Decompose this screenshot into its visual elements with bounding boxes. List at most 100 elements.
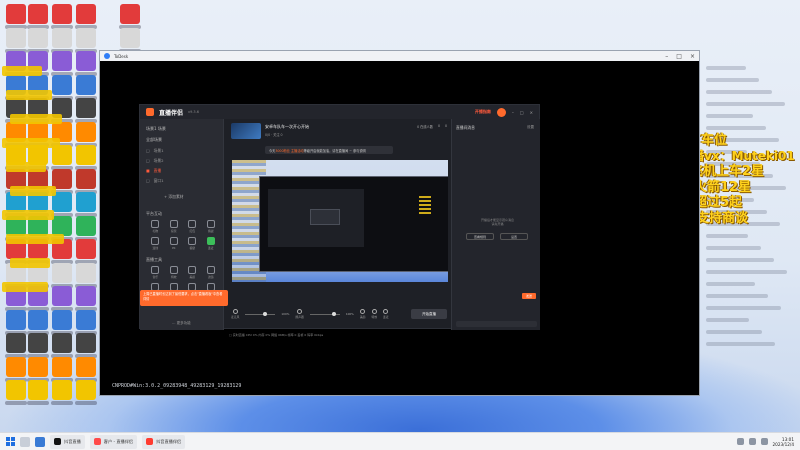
- desktop-shortcut-icon[interactable]: [52, 74, 72, 95]
- desktop-shortcut-icon[interactable]: [28, 309, 48, 330]
- desktop-shortcut-icon[interactable]: [52, 215, 72, 236]
- desktop-shortcut-icon[interactable]: [120, 4, 140, 24]
- chat-input[interactable]: [456, 321, 537, 327]
- tool-button[interactable]: 挑战: [202, 220, 221, 233]
- start-button[interactable]: [6, 437, 15, 446]
- checkbox-icon[interactable]: ■: [146, 168, 150, 174]
- desktop-shortcut-icon[interactable]: [76, 192, 96, 212]
- tool-button[interactable]: 连麦: [202, 237, 221, 250]
- desktop-shortcut-icon[interactable]: [28, 4, 48, 24]
- desktop-shortcut-icon[interactable]: [52, 286, 72, 306]
- desktop-shortcut-icon[interactable]: [6, 27, 26, 48]
- desktop-shortcut-icon[interactable]: [76, 286, 96, 306]
- desktop-shortcut-icon[interactable]: [52, 27, 72, 48]
- slider-handle[interactable]: [263, 312, 268, 316]
- checkbox-icon[interactable]: □: [146, 158, 150, 164]
- desktop-shortcut-icon[interactable]: [52, 145, 72, 165]
- desktop-shortcut-icon[interactable]: [76, 356, 96, 377]
- desktop-shortcut-icon[interactable]: [6, 356, 26, 377]
- desktop-shortcut-icon[interactable]: [76, 145, 96, 165]
- system-clock[interactable]: 13:01 2023/12/4: [773, 437, 794, 447]
- tool-button[interactable]: 红包: [183, 220, 202, 233]
- close-icon[interactable]: ×: [690, 53, 695, 60]
- desktop-shortcut-icon[interactable]: [76, 51, 96, 71]
- start-live-button[interactable]: 开始直播: [411, 309, 447, 319]
- desktop-shortcut-icon[interactable]: [28, 333, 48, 353]
- desktop-shortcut-icon[interactable]: [76, 121, 96, 142]
- desktop-shortcut-icon[interactable]: [28, 27, 48, 48]
- tool-button[interactable]: PK: [165, 237, 184, 250]
- tool-button[interactable]: 投票: [165, 220, 184, 233]
- room-cover[interactable]: [231, 123, 261, 139]
- tool-button[interactable]: 礼物: [146, 220, 165, 233]
- add-source-button[interactable]: + 添加素材: [164, 194, 184, 200]
- scene-item-active[interactable]: ■ 直播: [146, 168, 161, 174]
- desktop-shortcut-icon[interactable]: [76, 239, 96, 259]
- tool-button[interactable]: 美颜: [183, 266, 202, 279]
- tool-button[interactable]: 特效: [165, 266, 184, 279]
- viewer-titlebar[interactable]: ToDesk – □ ×: [100, 51, 699, 61]
- chevron-up-icon[interactable]: [736, 438, 744, 445]
- speaker-volume-slider[interactable]: [309, 312, 340, 316]
- desktop-shortcut-icon[interactable]: [76, 98, 96, 118]
- desktop-shortcut-icon[interactable]: [76, 74, 96, 95]
- desktop-shortcut-icon[interactable]: [52, 333, 72, 353]
- desktop-shortcut-icon[interactable]: [52, 309, 72, 330]
- task-view-icon[interactable]: [35, 436, 45, 447]
- search-icon[interactable]: [20, 436, 30, 447]
- stream-preview[interactable]: [232, 160, 448, 282]
- room-title[interactable]: 安卓车队车一次开心开始: [265, 124, 309, 130]
- maximize-icon[interactable]: □: [676, 53, 682, 60]
- avatar[interactable]: [496, 107, 506, 117]
- desktop-shortcut-icon[interactable]: [28, 356, 48, 377]
- remote-viewer-window[interactable]: ToDesk – □ × 直播伴侣 v9.3.6 开播指南 – □ × 场景1 …: [99, 50, 700, 396]
- checkbox-icon[interactable]: □: [146, 148, 150, 154]
- chat-settings-tab[interactable]: 设置: [527, 125, 534, 130]
- tool-button[interactable]: 福袋: [183, 237, 202, 250]
- taskbar-app[interactable]: 抖音直播: [50, 434, 85, 449]
- desktop-shortcut-icon[interactable]: [76, 168, 96, 189]
- announcement-bar[interactable]: 今天3000粉丝 主播活动等级开启就能加油，请在直播间 ~ 参与说明: [265, 146, 393, 154]
- minimize-icon[interactable]: –: [512, 110, 514, 115]
- network-icon[interactable]: [748, 438, 756, 445]
- desktop-shortcut-icon[interactable]: [52, 51, 72, 71]
- speaker-control[interactable]: 扬声器: [295, 309, 304, 319]
- send-button[interactable]: 发送: [522, 293, 536, 299]
- volume-icon[interactable]: [760, 438, 768, 445]
- minimize-icon[interactable]: –: [665, 53, 668, 60]
- desktop-shortcut-icon[interactable]: [120, 27, 140, 48]
- close-icon[interactable]: ×: [530, 110, 533, 115]
- tool-button[interactable]: 滤镜: [202, 266, 221, 279]
- desktop-shortcut-icon[interactable]: [76, 4, 96, 24]
- mic-control[interactable]: 麦克风: [231, 309, 239, 319]
- desktop-shortcut-icon[interactable]: [28, 380, 48, 400]
- desktop-shortcut-icon[interactable]: [52, 4, 72, 24]
- taskbar-app[interactable]: 抖音直播伴侣: [142, 434, 186, 449]
- desktop-shortcut-icon[interactable]: [76, 215, 96, 236]
- scene-item[interactable]: □ 窗口1: [146, 178, 164, 184]
- slider-handle[interactable]: [331, 312, 336, 316]
- beauty-icon[interactable]: [360, 309, 366, 314]
- desktop-shortcut-icon[interactable]: [76, 309, 96, 330]
- chat-settings-button[interactable]: 设置: [500, 233, 528, 240]
- tool-button[interactable]: 连线: [146, 237, 165, 250]
- desktop-shortcut-icon[interactable]: [6, 380, 26, 400]
- effects-button[interactable]: 特效: [371, 309, 377, 319]
- guide-link[interactable]: 开播指南: [475, 109, 491, 115]
- speaker-icon[interactable]: [297, 309, 303, 314]
- desktop-shortcut-icon[interactable]: [52, 356, 72, 377]
- desktop-shortcut-icon[interactable]: [52, 262, 72, 283]
- desktop-shortcut-icon[interactable]: [6, 333, 26, 353]
- tool-button[interactable]: 音乐: [146, 266, 165, 279]
- scene-selector[interactable]: 场景1 场景: [146, 126, 166, 132]
- desktop-shortcut-icon[interactable]: [52, 380, 72, 400]
- desktop-shortcut-icon[interactable]: [76, 262, 96, 283]
- desktop-shortcut-icon[interactable]: [76, 380, 96, 400]
- co-host-button[interactable]: 连麦: [383, 309, 389, 319]
- link-icon[interactable]: [383, 309, 389, 314]
- scene-item[interactable]: □ 场景1: [146, 148, 164, 154]
- beauty-button[interactable]: 美颜: [360, 309, 366, 319]
- desktop-shortcut-icon[interactable]: [6, 4, 26, 24]
- maximize-icon[interactable]: □: [520, 110, 524, 115]
- microphone-icon[interactable]: [232, 309, 238, 314]
